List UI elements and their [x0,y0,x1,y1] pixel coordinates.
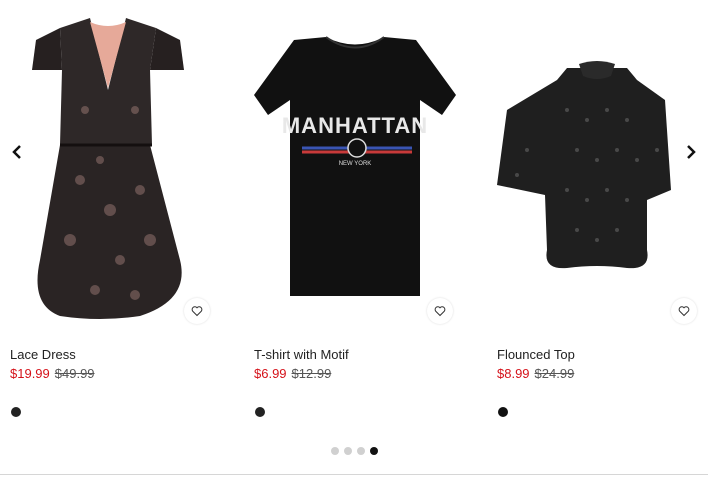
heart-icon [191,306,203,317]
sale-price: $6.99 [254,366,287,381]
color-swatch[interactable] [11,407,21,417]
chevron-right-icon [687,145,696,159]
sale-price: $19.99 [10,366,50,381]
pagination-dot-2[interactable] [344,447,352,455]
product-image-tshirt[interactable]: MANHATTAN NEW YORK [244,0,466,330]
product-name[interactable]: Flounced Top [497,347,575,362]
section-divider [0,474,708,475]
sale-price: $8.99 [497,366,530,381]
carousel-prev-button[interactable] [6,140,28,164]
product-price: $8.99 $24.99 [497,366,574,381]
color-swatch[interactable] [255,407,265,417]
product-carousel: Lace Dress $19.99 $49.99 MANHATTAN NEW YO… [0,0,708,470]
favorite-button[interactable] [184,298,210,324]
heart-icon [434,306,446,317]
original-price: $12.99 [291,366,332,381]
shirt-print-subtext: NEW YORK [338,161,372,167]
product-name[interactable]: Lace Dress [10,347,76,362]
pagination-dot-1[interactable] [331,447,339,455]
product-price: $19.99 $49.99 [10,366,95,381]
favorite-button[interactable] [671,298,697,324]
heart-icon [678,306,690,317]
chevron-left-icon [12,145,21,159]
pagination-dot-3[interactable] [357,447,365,455]
product-card[interactable]: MANHATTAN NEW YORK T-shirt with Motif $6… [244,0,466,430]
product-name[interactable]: T-shirt with Motif [254,347,349,362]
pagination-dot-4[interactable] [370,447,378,455]
original-price: $24.99 [534,366,575,381]
product-card[interactable]: Lace Dress $19.99 $49.99 [0,0,222,430]
color-swatch[interactable] [498,407,508,417]
carousel-pagination [331,447,378,455]
carousel-next-button[interactable] [680,140,702,164]
product-image-flounced-top[interactable] [487,0,708,330]
original-price: $49.99 [54,366,95,381]
favorite-button[interactable] [427,298,453,324]
shirt-print-text: MANHATTAN [281,113,429,138]
product-image-lace-dress[interactable] [0,0,222,330]
product-card[interactable]: Flounced Top $8.99 $24.99 [487,0,708,430]
product-price: $6.99 $12.99 [254,366,331,381]
